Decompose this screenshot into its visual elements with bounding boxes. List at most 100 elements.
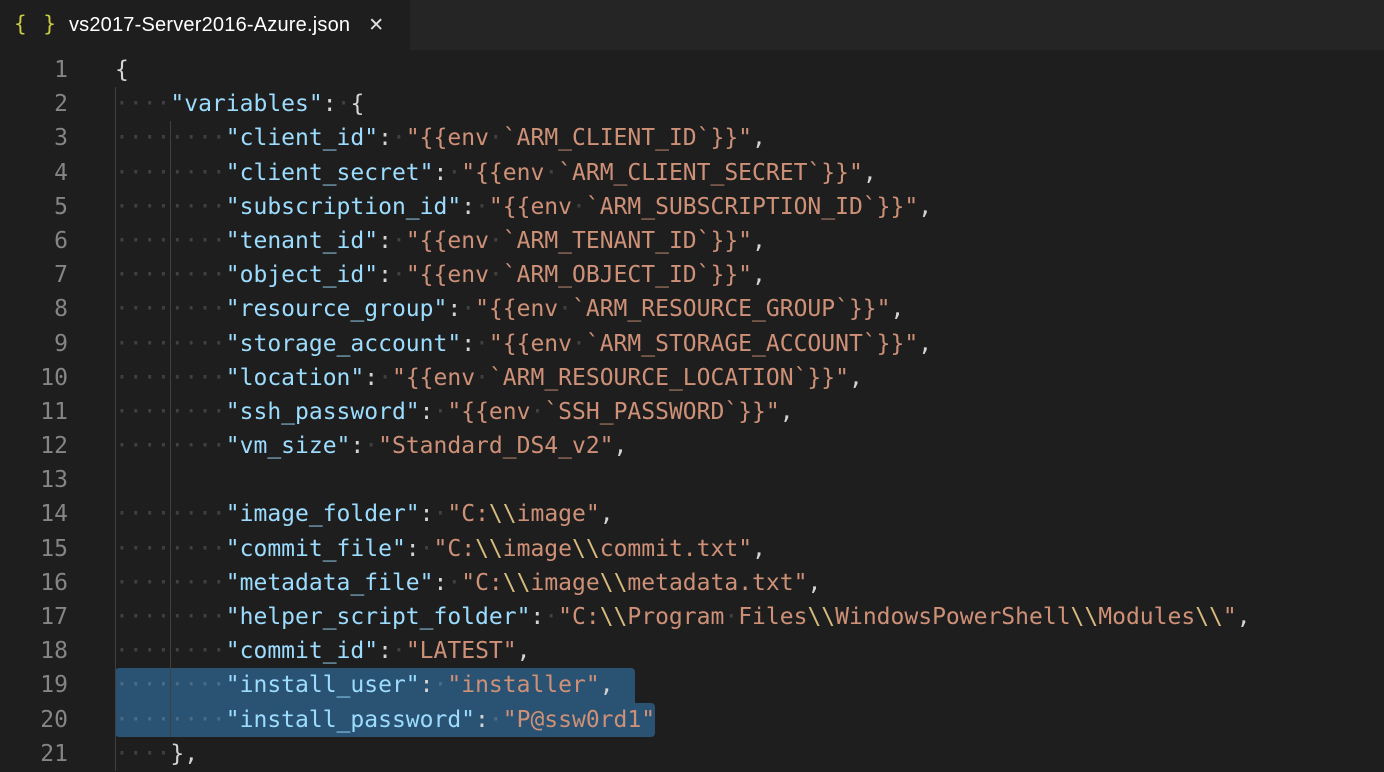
- line-number[interactable]: 6: [0, 224, 68, 258]
- code-token: :: [475, 707, 489, 733]
- code-line[interactable]: 13: [0, 463, 1384, 497]
- code-token: "metadata_file": [226, 570, 434, 596]
- code-line[interactable]: 14········"image_folder":·"C:\\image",: [0, 497, 1384, 531]
- whitespace-dots: ·: [392, 638, 406, 664]
- code-token: \\: [600, 570, 628, 596]
- code-token: "LATEST": [406, 638, 517, 664]
- code-line[interactable]: 7········"object_id":·"{{env·`ARM_OBJECT…: [0, 258, 1384, 292]
- whitespace-dots: ·: [392, 125, 406, 151]
- whitespace-dots: ·: [434, 399, 448, 425]
- whitespace-dots: ········: [115, 160, 226, 186]
- code-line[interactable]: 4········"client_secret":·"{{env·`ARM_CL…: [0, 156, 1384, 190]
- whitespace-dots: ········: [115, 604, 226, 630]
- line-number[interactable]: 12: [0, 429, 68, 463]
- whitespace-dots: ·: [558, 296, 572, 322]
- line-number[interactable]: 18: [0, 634, 68, 668]
- code-token: "tenant_id": [226, 228, 378, 254]
- line-content: ········"install_password":·"P@ssw0rd1": [68, 703, 655, 737]
- code-line[interactable]: 2····"variables":·{: [0, 87, 1384, 121]
- line-number[interactable]: 14: [0, 497, 68, 531]
- code-token: "storage_account": [226, 331, 461, 357]
- line-number[interactable]: 17: [0, 600, 68, 634]
- whitespace-dots: ····: [115, 91, 170, 117]
- code-token: :: [530, 604, 544, 630]
- code-line[interactable]: 3········"client_id":·"{{env·`ARM_CLIENT…: [0, 121, 1384, 155]
- code-token: "{{env: [489, 331, 572, 357]
- code-line[interactable]: 21····},: [0, 737, 1384, 771]
- line-content: [68, 463, 115, 497]
- code-line[interactable]: 6········"tenant_id":·"{{env·`ARM_TENANT…: [0, 224, 1384, 258]
- line-content: ········"subscription_id":·"{{env·`ARM_S…: [68, 190, 932, 224]
- code-line[interactable]: 20········"install_password":·"P@ssw0rd1…: [0, 703, 1384, 737]
- code-line[interactable]: 9········"storage_account":·"{{env·`ARM_…: [0, 327, 1384, 361]
- line-number[interactable]: 9: [0, 327, 68, 361]
- whitespace-dots: ········: [115, 672, 226, 698]
- code-token: :: [461, 331, 475, 357]
- code-token: `ARM_RESOURCE_LOCATION`}}": [489, 365, 849, 391]
- line-number[interactable]: 10: [0, 361, 68, 395]
- line-number[interactable]: 8: [0, 292, 68, 326]
- code-token: \\: [807, 604, 835, 630]
- whitespace-dots: ········: [115, 707, 226, 733]
- tab-vs2017-server2016-azure-json[interactable]: { } vs2017-Server2016-Azure.json ✕: [0, 0, 410, 50]
- code-token: Modules: [1098, 604, 1195, 630]
- close-tab-icon[interactable]: ✕: [368, 16, 384, 35]
- whitespace-dots: ·: [447, 160, 461, 186]
- code-token: Program: [627, 604, 724, 630]
- code-token: ,: [517, 638, 531, 664]
- code-token: "location": [226, 365, 364, 391]
- line-content: ········"object_id":·"{{env·`ARM_OBJECT_…: [68, 258, 766, 292]
- whitespace-dots: ·: [530, 399, 544, 425]
- code-line[interactable]: 17········"helper_script_folder":·"C:\\P…: [0, 600, 1384, 634]
- whitespace-dots: ·: [447, 570, 461, 596]
- editor[interactable]: 1{2····"variables":·{3········"client_id…: [0, 50, 1384, 772]
- line-content: ········"helper_script_folder":·"C:\\Pro…: [68, 600, 1251, 634]
- code-token: :: [406, 536, 420, 562]
- whitespace-dots: ·: [544, 160, 558, 186]
- line-number[interactable]: 5: [0, 190, 68, 224]
- code-token: ,: [807, 570, 821, 596]
- line-number[interactable]: 2: [0, 87, 68, 121]
- code-token: :: [378, 228, 392, 254]
- code-line[interactable]: 11········"ssh_password":·"{{env·`SSH_PA…: [0, 395, 1384, 429]
- whitespace-dots: ········: [115, 501, 226, 527]
- line-content: ········"commit_file":·"C:\\image\\commi…: [68, 532, 766, 566]
- line-number[interactable]: 20: [0, 703, 68, 737]
- code-line[interactable]: 16········"metadata_file":·"C:\\image\\m…: [0, 566, 1384, 600]
- line-number[interactable]: 7: [0, 258, 68, 292]
- code-line[interactable]: 8········"resource_group":·"{{env·`ARM_R…: [0, 292, 1384, 326]
- line-number[interactable]: 15: [0, 532, 68, 566]
- code-line[interactable]: 19········"install_user":·"installer",: [0, 668, 1384, 702]
- line-number[interactable]: 16: [0, 566, 68, 600]
- line-content: ········"tenant_id":·"{{env·`ARM_TENANT_…: [68, 224, 766, 258]
- code-token: `ARM_SUBSCRIPTION_ID`}}": [586, 194, 918, 220]
- whitespace-dots: ·: [489, 707, 503, 733]
- code-token: :: [378, 638, 392, 664]
- line-number[interactable]: 19: [0, 668, 68, 702]
- line-number[interactable]: 13: [0, 463, 68, 497]
- code-line[interactable]: 5········"subscription_id":·"{{env·`ARM_…: [0, 190, 1384, 224]
- code-token: "ssh_password": [226, 399, 420, 425]
- code-line[interactable]: 15········"commit_file":·"C:\\image\\com…: [0, 532, 1384, 566]
- line-number[interactable]: 3: [0, 121, 68, 155]
- code-token: ,: [863, 160, 877, 186]
- whitespace-dots: ········: [115, 331, 226, 357]
- line-content: ········"client_secret":·"{{env·`ARM_CLI…: [68, 156, 877, 190]
- whitespace-dots: ·: [392, 228, 406, 254]
- code-token: Files: [738, 604, 807, 630]
- code-line[interactable]: 1{: [0, 53, 1384, 87]
- code-token: ,: [918, 331, 932, 357]
- code-line[interactable]: 18········"commit_id":·"LATEST",: [0, 634, 1384, 668]
- code-token: :: [434, 570, 448, 596]
- whitespace-dots: ·: [724, 604, 738, 630]
- code-token: image": [517, 501, 600, 527]
- code-token: commit.txt": [600, 536, 752, 562]
- line-number[interactable]: 21: [0, 737, 68, 771]
- line-number[interactable]: 4: [0, 156, 68, 190]
- json-file-icon: { }: [14, 12, 58, 36]
- code-token: `ARM_TENANT_ID`}}": [503, 228, 752, 254]
- code-line[interactable]: 12········"vm_size":·"Standard_DS4_v2",: [0, 429, 1384, 463]
- code-line[interactable]: 10········"location":·"{{env·`ARM_RESOUR…: [0, 361, 1384, 395]
- line-number[interactable]: 1: [0, 53, 68, 87]
- line-number[interactable]: 11: [0, 395, 68, 429]
